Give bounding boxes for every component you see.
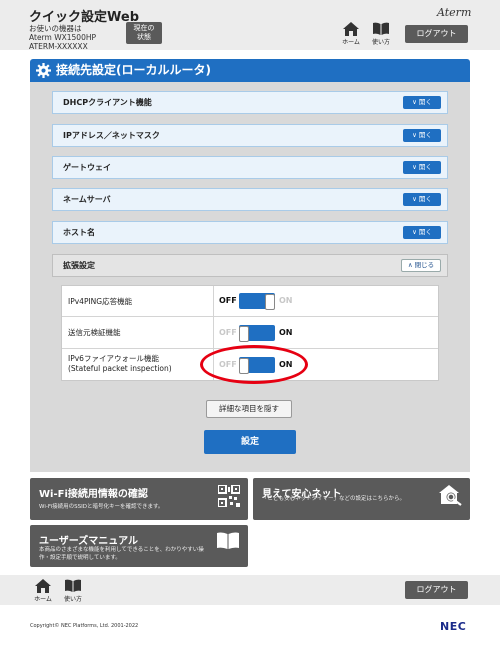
toggle-on-label: ON	[279, 328, 293, 337]
current-status-label-1: 現在の	[133, 24, 155, 32]
house-search-icon	[439, 485, 462, 506]
toggle-knob	[239, 326, 249, 342]
card-description: Wi-Fi接続用のSSIDと暗号化キーを確認できます。	[39, 504, 164, 510]
accordion-ip-netmask[interactable]: IPアドレス／ネットマスク ∨ 開く	[52, 124, 448, 147]
footer-howto-button[interactable]: 使い方	[58, 579, 88, 605]
card-description: 「こども安心ネットタイマー」などの設定はこちらから。	[262, 496, 406, 502]
book-icon	[373, 22, 389, 35]
card-description-line-2: 作・設定手順で説明しています。	[39, 555, 121, 561]
accordion-label: ホスト名	[63, 228, 95, 237]
accordion-host-name[interactable]: ホスト名 ∨ 開く	[52, 221, 448, 244]
user-manual-card[interactable]: ユーザーズマニュアル 本商品のさまざまな機能を利用してできることを、わかりやすい…	[30, 525, 248, 567]
open-button-label: 開く	[418, 228, 432, 236]
open-button-label: 開く	[418, 163, 432, 171]
device-model: Aterm WX1500HP	[29, 33, 96, 42]
chevron-down-icon: ∨	[412, 131, 419, 139]
safety-net-card[interactable]: 見えて安心ネット 「こども安心ネットタイマー」などの設定はこちらから。	[253, 478, 470, 520]
card-title: ユーザーズマニュアル	[39, 536, 138, 547]
chevron-down-icon: ∨	[412, 195, 419, 203]
open-button[interactable]: ∨ 開く	[403, 226, 441, 239]
device-info: お使いの機器は Aterm WX1500HP ATERM-XXXXXX	[29, 24, 96, 51]
footer-home-button[interactable]: ホーム	[28, 579, 58, 605]
accordion-extended-settings[interactable]: 拡張設定 ∧ 閉じる	[52, 254, 448, 277]
qr-code-icon	[218, 485, 240, 507]
bottom-footer-bar: ホーム 使い方 ログアウト	[0, 575, 500, 605]
open-button-label: 開く	[418, 98, 432, 106]
book-icon	[217, 532, 239, 549]
logout-button[interactable]: ログアウト	[405, 25, 468, 43]
footer-howto-label: 使い方	[63, 596, 82, 603]
card-description: 本商品のさまざまな機能を利用してできることを、わかりやすい操	[39, 547, 204, 553]
device-name: ATERM-XXXXXX	[29, 42, 88, 51]
highlight-ring	[200, 345, 308, 384]
setting-row-ipv4-ping: IPv4PING応答機能 OFF ON	[62, 286, 438, 317]
accordion-label: DHCPクライアント機能	[63, 98, 152, 107]
toggle-knob	[265, 294, 275, 310]
accordion-dhcp-client[interactable]: DHCPクライアント機能 ∨ 開く	[52, 91, 448, 114]
nec-logo: NEC	[440, 620, 467, 633]
setting-label: IPv6ファイアウォール機能	[68, 354, 159, 363]
open-button[interactable]: ∨ 開く	[403, 193, 441, 206]
app-title: クイック設定Web	[29, 10, 139, 25]
aterm-logo: Aterm	[437, 6, 472, 19]
close-button-label: 閉じる	[414, 261, 435, 269]
row-divider	[213, 317, 214, 348]
accordion-label: ゲートウェイ	[63, 163, 111, 172]
toggle-track	[239, 325, 275, 342]
home-icon	[343, 22, 359, 36]
chevron-down-icon: ∨	[412, 163, 419, 171]
section-title: 接続先設定(ローカルルータ)	[56, 63, 211, 77]
accordion-gateway[interactable]: ゲートウェイ ∨ 開く	[52, 156, 448, 179]
current-status-button[interactable]: 現在の 状態	[126, 22, 162, 44]
toggle-track	[239, 293, 275, 310]
top-header: クイック設定Web お使いの機器は Aterm WX1500HP ATERM-X…	[0, 0, 500, 51]
setting-label: IPv4PING応答機能	[68, 297, 133, 306]
card-title: Wi-Fi接続用情報の確認	[39, 489, 148, 500]
open-button-label: 開く	[418, 195, 432, 203]
device-info-line: お使いの機器は	[29, 24, 82, 33]
footer-home-label: ホーム	[34, 596, 52, 603]
open-button[interactable]: ∨ 開く	[403, 161, 441, 174]
ipv4-ping-toggle[interactable]: OFF ON	[219, 292, 323, 310]
accordion-label: IPアドレス／ネットマスク	[63, 131, 160, 140]
apply-settings-button[interactable]: 設定	[204, 430, 296, 454]
footer-logout-button[interactable]: ログアウト	[405, 581, 468, 599]
row-divider	[213, 286, 214, 316]
howto-nav-label: 使い方	[371, 39, 390, 46]
current-status-label-2: 状態	[137, 33, 151, 41]
howto-nav-button[interactable]: 使い方	[366, 22, 396, 48]
accordion-label: 拡張設定	[63, 261, 95, 270]
toggle-off-label: OFF	[219, 296, 237, 305]
open-button[interactable]: ∨ 開く	[403, 96, 441, 109]
accordion-label: ネームサーバ	[63, 195, 111, 204]
home-nav-label: ホーム	[342, 39, 360, 46]
section-title-bar: 接続先設定(ローカルルータ)	[30, 59, 470, 82]
gear-icon	[36, 63, 51, 78]
toggle-on-label: ON	[279, 296, 293, 305]
close-button[interactable]: ∧ 閉じる	[401, 259, 441, 272]
copyright: Copyright© NEC Platforms, Ltd. 2001-2022	[30, 623, 139, 629]
toggle-off-label: OFF	[219, 328, 237, 337]
chevron-down-icon: ∨	[412, 98, 419, 106]
wifi-info-card[interactable]: Wi-Fi接続用情報の確認 Wi-Fi接続用のSSIDと暗号化キーを確認できます…	[30, 478, 248, 520]
open-button[interactable]: ∨ 開く	[403, 129, 441, 142]
home-icon	[35, 579, 51, 593]
setting-label: 送信元検証機能	[68, 328, 121, 337]
setting-sublabel: (Stateful packet inspection)	[68, 364, 172, 373]
home-nav-button[interactable]: ホーム	[336, 22, 366, 48]
chevron-up-icon: ∧	[407, 261, 415, 269]
source-validation-toggle[interactable]: OFF ON	[219, 324, 323, 342]
chevron-down-icon: ∨	[412, 228, 419, 236]
book-icon	[65, 579, 81, 592]
open-button-label: 開く	[418, 131, 432, 139]
hide-details-button[interactable]: 詳細な項目を隠す	[206, 400, 292, 418]
accordion-name-server[interactable]: ネームサーバ ∨ 開く	[52, 188, 448, 211]
